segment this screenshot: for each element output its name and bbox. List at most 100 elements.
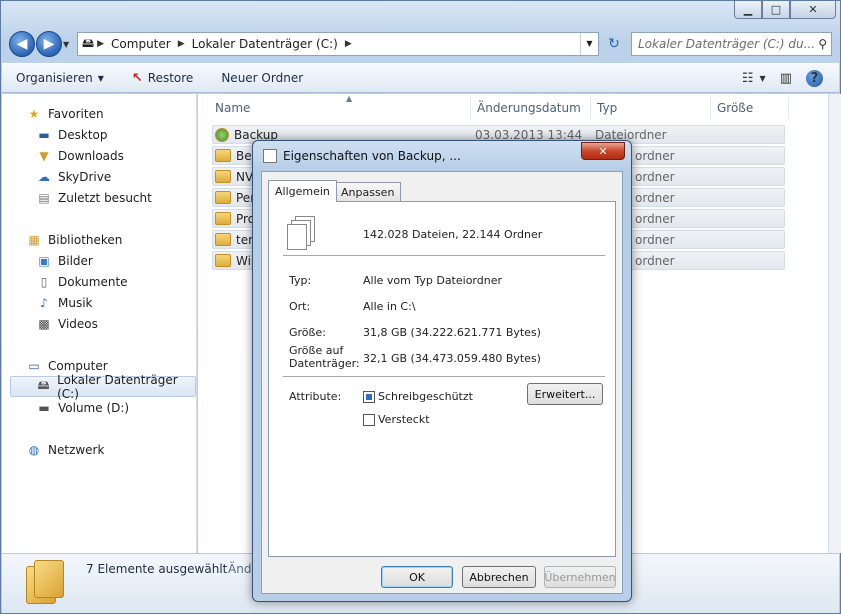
- command-bar: Organisieren ▼ ↖ Restore Neuer Ordner ☷ ▼…: [2, 63, 839, 93]
- sort-ascending-icon: ▲: [346, 94, 353, 103]
- tab-customize[interactable]: Anpassen: [334, 182, 402, 202]
- tab-general[interactable]: Allgemein: [268, 180, 337, 202]
- size-value: 31,8 GB (34.222.621.771 Bytes): [363, 326, 541, 339]
- maximize-button[interactable]: □: [762, 1, 790, 19]
- column-label: Größe: [717, 101, 754, 115]
- address-bar[interactable]: 🖴 ▶ Computer ▶ Lokaler Datenträger (C:) …: [77, 32, 599, 56]
- nav-label: Videos: [58, 317, 98, 331]
- close-button[interactable]: ✕: [790, 1, 836, 19]
- chevron-right-icon[interactable]: ▶: [97, 39, 104, 49]
- preview-pane-icon[interactable]: ▥: [780, 71, 792, 86]
- library-icon: ▦: [28, 233, 40, 247]
- disk-size-label-line1: Größe auf: [289, 344, 344, 357]
- column-header-date[interactable]: Änderungsdatum: [471, 97, 591, 119]
- recent-places-icon: ▤: [38, 191, 50, 205]
- new-folder-label: Neuer Ordner: [221, 71, 304, 85]
- star-icon: ★: [28, 107, 40, 121]
- checkbox-label: Versteckt: [378, 413, 430, 426]
- nav-network[interactable]: ◍ Netzwerk: [26, 441, 105, 459]
- nav-volume-d[interactable]: ▬ Volume (D:): [36, 399, 129, 417]
- location-label: Ort:: [289, 300, 311, 313]
- nav-documents[interactable]: ▯ Dokumente: [36, 273, 128, 291]
- cloud-icon: ☁: [38, 170, 50, 184]
- organize-label: Organisieren: [16, 71, 93, 85]
- nav-label: Bibliotheken: [48, 233, 123, 247]
- desktop-icon: ▬: [38, 128, 50, 142]
- vertical-scrollbar[interactable]: [828, 94, 841, 553]
- file-type: ordner: [635, 211, 675, 226]
- folder-icon: [215, 149, 231, 162]
- documents-icon: ▯: [40, 275, 48, 289]
- apply-button[interactable]: Übernehmen: [544, 566, 616, 588]
- nav-downloads[interactable]: ▼ Downloads: [36, 147, 124, 165]
- cancel-button[interactable]: Abbrechen: [462, 566, 536, 588]
- chevron-down-icon: ▼: [97, 73, 104, 83]
- new-folder-button[interactable]: Neuer Ordner: [221, 71, 303, 85]
- nav-label: Netzwerk: [48, 443, 105, 457]
- general-tab-panel: 142.028 Dateien, 22.144 Ordner Typ: Alle…: [268, 201, 616, 557]
- nav-label: Dokumente: [58, 275, 128, 289]
- ok-button[interactable]: OK: [381, 566, 453, 588]
- nav-label: Volume (D:): [58, 401, 130, 415]
- readonly-checkbox[interactable]: Schreibgeschützt: [363, 390, 473, 403]
- nav-videos[interactable]: ▩ Videos: [36, 315, 98, 333]
- column-label: Änderungsdatum: [477, 101, 581, 115]
- help-icon[interactable]: ?: [806, 69, 823, 87]
- chevron-right-icon[interactable]: ▶: [178, 39, 185, 49]
- back-button[interactable]: ◀: [9, 31, 35, 57]
- nav-label: Computer: [48, 359, 108, 373]
- search-placeholder: Lokaler Datenträger (C:) du...: [638, 37, 816, 51]
- backup-folder-icon: [215, 127, 229, 142]
- folder-icon: [215, 170, 231, 183]
- computer-icon: ▭: [28, 359, 40, 373]
- search-icon[interactable]: ⚲: [818, 37, 827, 51]
- nav-recent[interactable]: ▤ Zuletzt besucht: [36, 189, 152, 207]
- checkbox-mixed-icon: [363, 390, 375, 403]
- music-icon: ♪: [40, 296, 48, 310]
- address-row: ◀ ▶ ▼ 🖴 ▶ Computer ▶ Lokaler Datenträger…: [9, 31, 832, 57]
- chevron-down-icon[interactable]: ▼: [760, 74, 766, 83]
- nav-label: Zuletzt besucht: [58, 191, 152, 205]
- view-controls: ☷ ▼ ▥ ?: [728, 69, 839, 87]
- advanced-button[interactable]: Erweitert...: [527, 383, 603, 405]
- column-header-name[interactable]: Name ▲: [209, 94, 471, 119]
- multiple-files-icon: [287, 216, 317, 250]
- folder-icon: [215, 233, 231, 246]
- nav-local-disk[interactable]: 🖴 Lokaler Datenträger (C:): [10, 373, 196, 401]
- nav-desktop[interactable]: ▬ Desktop: [36, 126, 108, 144]
- view-mode-icon[interactable]: ☷: [742, 71, 754, 86]
- refresh-icon: ↻: [608, 36, 620, 52]
- refresh-button[interactable]: ↻: [601, 32, 627, 56]
- hidden-checkbox[interactable]: Versteckt: [363, 413, 430, 426]
- forward-button[interactable]: ▶: [36, 31, 62, 57]
- type-value: Alle vom Typ Dateiordner: [363, 274, 502, 287]
- nav-favorites[interactable]: ★ Favoriten: [26, 105, 104, 123]
- recent-pages-dropdown[interactable]: ▼: [63, 40, 73, 49]
- checkbox-label: Schreibgeschützt: [378, 390, 473, 403]
- minimize-button[interactable]: ▁: [734, 1, 762, 19]
- nav-label: Desktop: [58, 128, 108, 142]
- size-label: Größe:: [289, 326, 326, 339]
- breadcrumb-computer[interactable]: Computer: [111, 37, 171, 51]
- drive-icon: 🖴: [82, 35, 95, 50]
- chevron-right-icon[interactable]: ▶: [345, 39, 352, 49]
- search-input[interactable]: Lokaler Datenträger (C:) du... ⚲: [631, 32, 832, 56]
- column-header-size[interactable]: Größe: [711, 97, 789, 119]
- organize-button[interactable]: Organisieren ▼: [16, 71, 104, 85]
- properties-dialog: Eigenschaften von Backup, ... ✕ Allgemei…: [252, 140, 632, 602]
- dialog-close-button[interactable]: ✕: [581, 142, 625, 160]
- breadcrumb-local-disk[interactable]: Lokaler Datenträger (C:): [192, 37, 338, 51]
- restore-button[interactable]: ↖ Restore: [132, 71, 193, 86]
- caption-buttons: ▁ □ ✕: [734, 1, 836, 19]
- nav-label: Favoriten: [48, 107, 104, 121]
- folder-icon: [215, 212, 231, 225]
- attributes-label: Attribute:: [289, 390, 342, 403]
- column-header-type[interactable]: Typ: [591, 97, 711, 119]
- nav-pictures[interactable]: ▣ Bilder: [36, 252, 93, 270]
- disk-size-value: 32,1 GB (34.473.059.480 Bytes): [363, 352, 541, 365]
- address-dropdown-button[interactable]: ▼: [580, 33, 598, 55]
- divider: [283, 255, 605, 256]
- nav-music[interactable]: ♪ Musik: [36, 294, 92, 312]
- nav-skydrive[interactable]: ☁ SkyDrive: [36, 168, 111, 186]
- nav-libraries[interactable]: ▦ Bibliotheken: [26, 231, 122, 249]
